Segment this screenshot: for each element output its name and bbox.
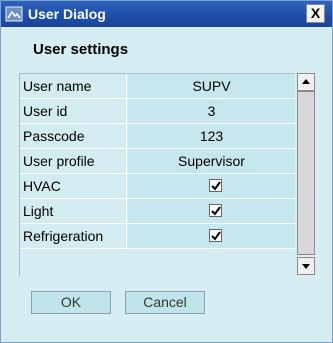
- table-row[interactable]: HVAC: [20, 174, 295, 199]
- settings-heading: User settings: [33, 41, 129, 58]
- scroll-thumb[interactable]: [297, 91, 315, 255]
- table-row[interactable]: Refrigeration: [20, 224, 295, 249]
- table-row[interactable]: User name SUPV: [20, 74, 295, 99]
- row-value: [128, 224, 295, 248]
- user-settings-table: User name SUPV User id 3 Passcode 123 Us…: [19, 73, 315, 276]
- cancel-button[interactable]: Cancel: [125, 291, 205, 314]
- light-checkbox[interactable]: [209, 204, 222, 217]
- table-row[interactable]: Passcode 123: [20, 124, 295, 149]
- scroll-down-icon: [302, 264, 310, 269]
- table-row[interactable]: Light: [20, 199, 295, 224]
- row-value: [128, 199, 295, 223]
- window-title: User Dialog: [28, 6, 106, 22]
- close-icon: X: [310, 5, 321, 21]
- refrigeration-checkbox[interactable]: [209, 229, 222, 242]
- check-icon: [211, 206, 221, 216]
- table-row[interactable]: User id 3: [20, 99, 295, 124]
- hvac-checkbox[interactable]: [209, 179, 222, 192]
- row-label: User profile: [20, 149, 127, 173]
- user-dialog-icon: [5, 5, 23, 23]
- title-bar[interactable]: User Dialog X: [1, 1, 332, 27]
- row-value[interactable]: 123: [128, 124, 295, 148]
- check-icon: [211, 181, 221, 191]
- row-value[interactable]: SUPV: [128, 74, 295, 98]
- row-value[interactable]: Supervisor: [128, 149, 295, 173]
- row-label: HVAC: [20, 174, 127, 198]
- settings-grid: User name SUPV User id 3 Passcode 123 Us…: [19, 73, 295, 276]
- row-label: User id: [20, 99, 127, 123]
- ok-button[interactable]: OK: [31, 291, 111, 314]
- scroll-up-button[interactable]: [297, 73, 315, 91]
- row-label: Refrigeration: [20, 224, 127, 248]
- vertical-scrollbar[interactable]: [297, 73, 315, 275]
- scroll-down-button[interactable]: [297, 257, 315, 275]
- table-row[interactable]: User profile Supervisor: [20, 149, 295, 174]
- row-label: User name: [20, 74, 127, 98]
- row-label: Passcode: [20, 124, 127, 148]
- user-dialog-window: User Dialog X User settings User name SU…: [0, 0, 333, 343]
- check-icon: [211, 231, 221, 241]
- close-button[interactable]: X: [306, 4, 325, 23]
- row-value: [128, 174, 295, 198]
- row-value[interactable]: 3: [128, 99, 295, 123]
- row-label: Light: [20, 199, 127, 223]
- scroll-up-icon: [302, 79, 310, 84]
